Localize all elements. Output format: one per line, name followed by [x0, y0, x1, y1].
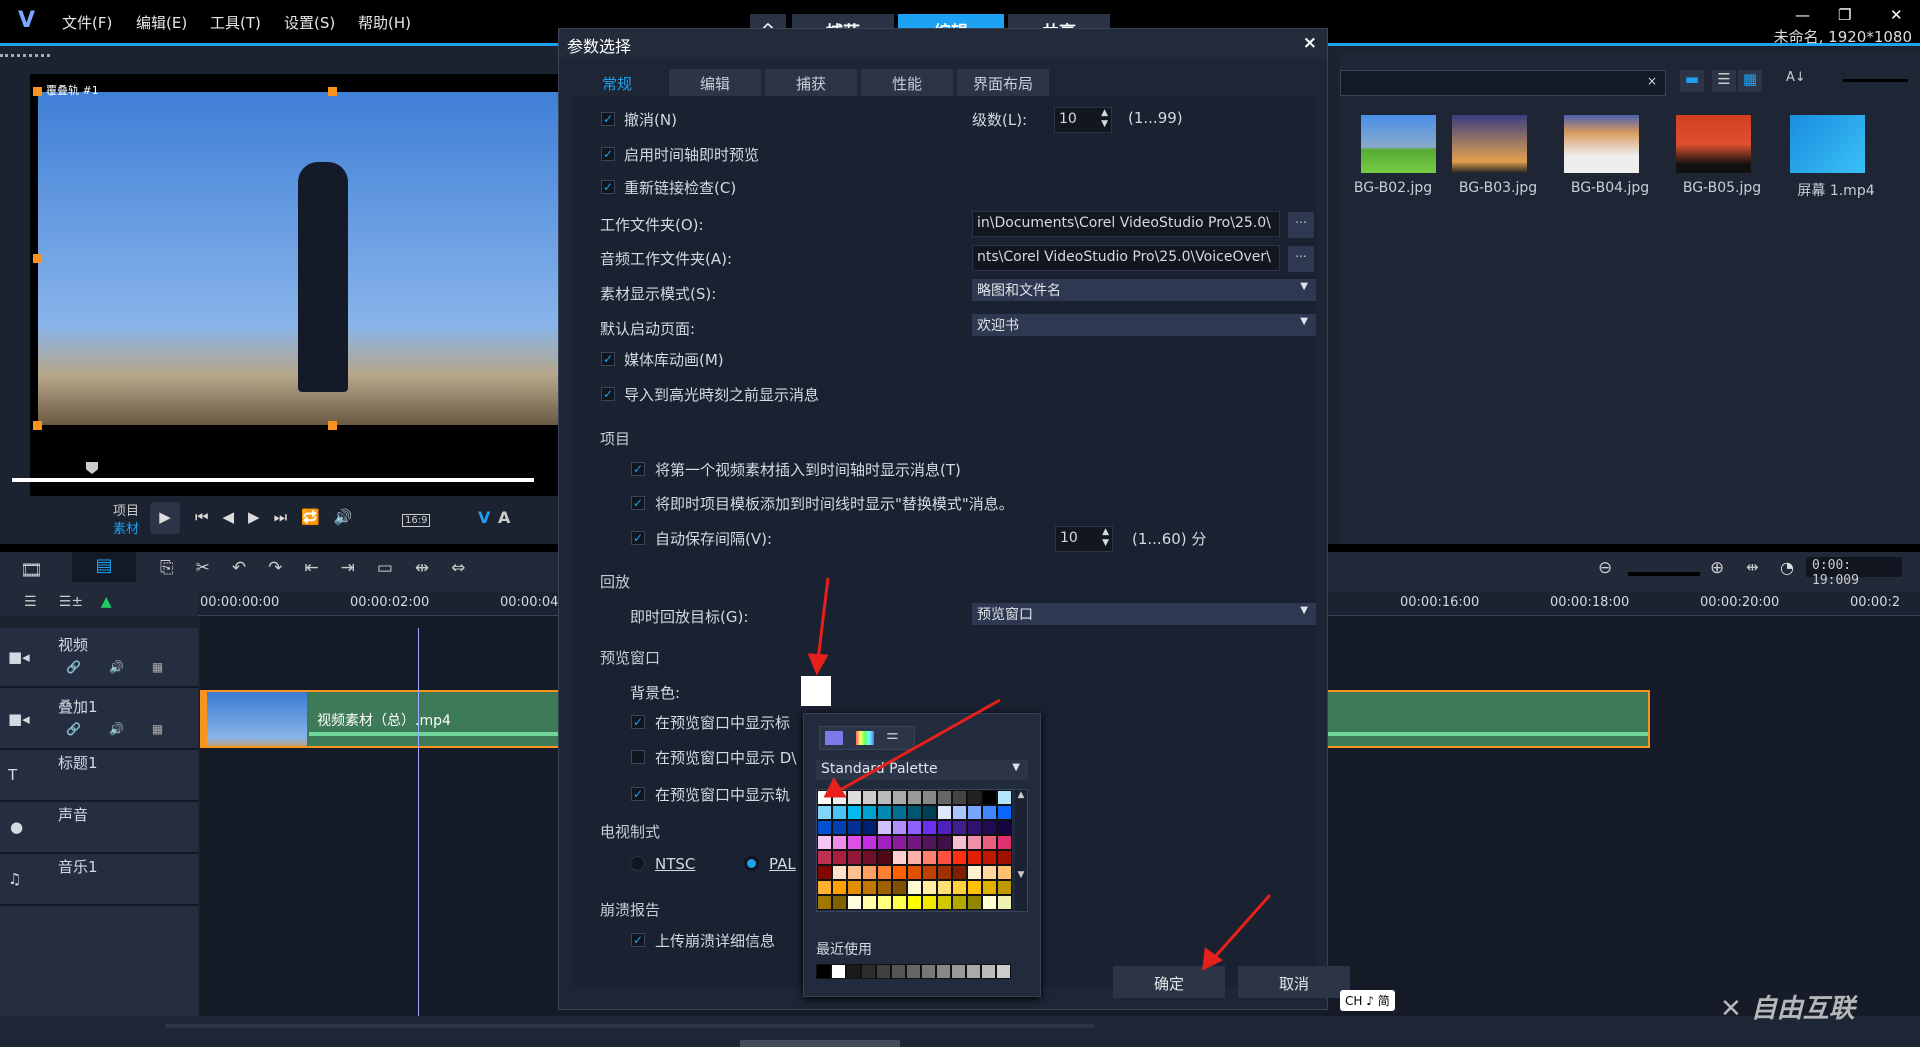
- annotation-arrows: [807, 577, 1272, 971]
